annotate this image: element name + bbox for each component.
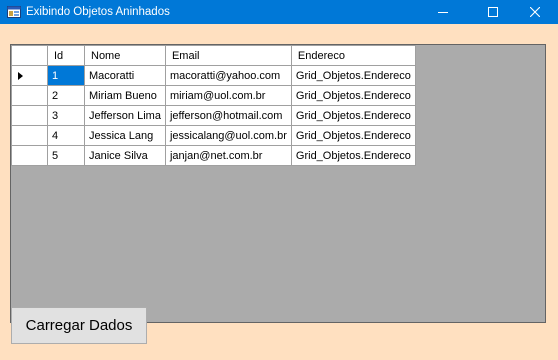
- data-grid-view[interactable]: Id Nome Email Endereco 1 Macoratti macor…: [10, 44, 546, 323]
- minimize-button[interactable]: [420, 0, 466, 24]
- carregar-dados-button[interactable]: Carregar Dados: [11, 307, 147, 344]
- cell-endereco[interactable]: Grid_Objetos.Endereco: [290, 85, 416, 106]
- grid-corner-header[interactable]: [11, 45, 48, 66]
- row-header[interactable]: [11, 105, 48, 126]
- row-header[interactable]: [11, 145, 48, 166]
- table-row[interactable]: 3 Jefferson Lima jefferson@hotmail.com G…: [11, 105, 416, 126]
- cell-endereco[interactable]: Grid_Objetos.Endereco: [290, 125, 416, 146]
- minimize-icon: [438, 12, 448, 13]
- cell-nome[interactable]: Miriam Bueno: [84, 85, 166, 106]
- row-header[interactable]: [11, 65, 48, 86]
- cell-nome[interactable]: Janice Silva: [84, 145, 166, 166]
- close-icon: [530, 7, 540, 17]
- cell-id[interactable]: 5: [47, 145, 85, 166]
- row-header[interactable]: [11, 85, 48, 106]
- cell-email[interactable]: janjan@net.com.br: [164, 145, 292, 166]
- maximize-button[interactable]: [470, 0, 516, 24]
- cell-id[interactable]: 4: [47, 125, 85, 146]
- column-header-row: Id Nome Email Endereco: [11, 45, 416, 66]
- grid-table: Id Nome Email Endereco 1 Macoratti macor…: [11, 45, 416, 166]
- maximize-icon: [488, 7, 498, 17]
- table-row[interactable]: 2 Miriam Bueno miriam@uol.com.br Grid_Ob…: [11, 85, 416, 106]
- cell-id[interactable]: 3: [47, 105, 85, 126]
- cell-email[interactable]: jefferson@hotmail.com: [164, 105, 292, 126]
- cell-email[interactable]: macoratti@yahoo.com: [164, 65, 292, 86]
- column-header-email[interactable]: Email: [164, 45, 292, 66]
- table-row[interactable]: 1 Macoratti macoratti@yahoo.com Grid_Obj…: [11, 65, 416, 86]
- table-row[interactable]: 5 Janice Silva janjan@net.com.br Grid_Ob…: [11, 145, 416, 166]
- cell-nome[interactable]: Jefferson Lima: [84, 105, 166, 126]
- windows-form-icon: [7, 5, 21, 19]
- cell-endereco[interactable]: Grid_Objetos.Endereco: [290, 105, 416, 126]
- column-header-endereco[interactable]: Endereco: [290, 45, 416, 66]
- title-bar[interactable]: Exibindo Objetos Aninhados: [0, 0, 558, 24]
- cell-endereco[interactable]: Grid_Objetos.Endereco: [290, 65, 416, 86]
- column-header-id[interactable]: Id: [47, 45, 85, 66]
- cell-email[interactable]: miriam@uol.com.br: [164, 85, 292, 106]
- form-client-area: Id Nome Email Endereco 1 Macoratti macor…: [0, 24, 558, 360]
- cell-nome[interactable]: Jessica Lang: [84, 125, 166, 146]
- cell-id[interactable]: 1: [47, 65, 85, 86]
- table-row[interactable]: 4 Jessica Lang jessicalang@uol.com.br Gr…: [11, 125, 416, 146]
- close-button[interactable]: [512, 0, 558, 24]
- cell-id[interactable]: 2: [47, 85, 85, 106]
- window-title: Exibindo Objetos Aninhados: [26, 6, 170, 18]
- row-pointer-icon: [18, 71, 23, 80]
- row-header[interactable]: [11, 125, 48, 146]
- cell-email[interactable]: jessicalang@uol.com.br: [164, 125, 292, 146]
- column-header-nome[interactable]: Nome: [84, 45, 166, 66]
- cell-endereco[interactable]: Grid_Objetos.Endereco: [290, 145, 416, 166]
- cell-nome[interactable]: Macoratti: [84, 65, 166, 86]
